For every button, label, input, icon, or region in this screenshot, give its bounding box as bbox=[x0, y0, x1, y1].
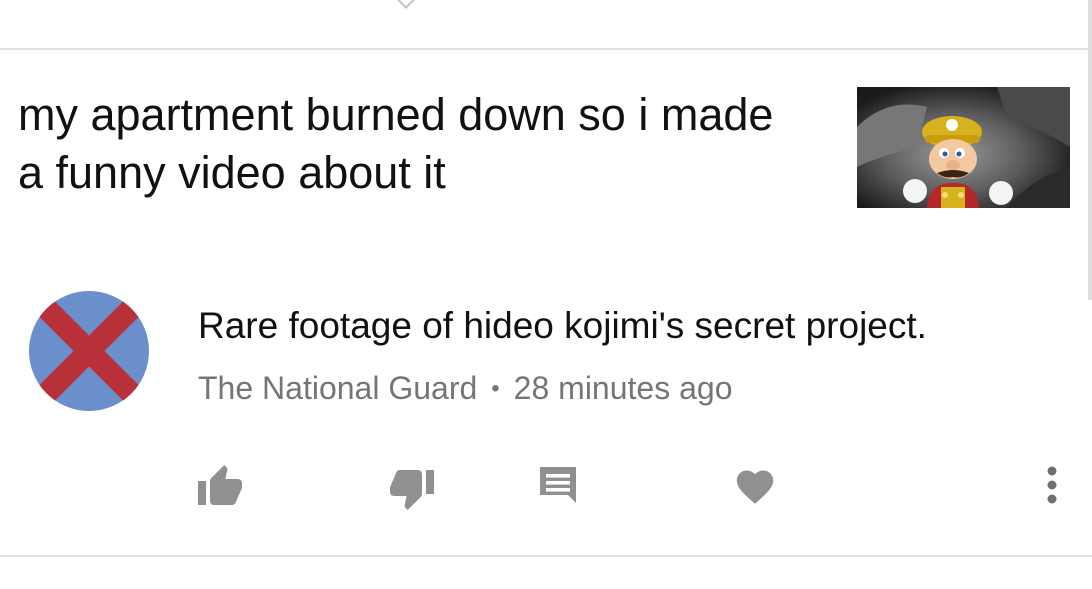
scrollbar[interactable] bbox=[1088, 0, 1092, 300]
like-button[interactable] bbox=[190, 455, 250, 515]
comment-author[interactable]: The National Guard bbox=[198, 370, 477, 406]
heart-button[interactable] bbox=[725, 455, 785, 515]
reply-button[interactable] bbox=[528, 455, 588, 515]
video-title[interactable]: my apartment burned down so i made a fun… bbox=[18, 86, 778, 202]
meta-separator: • bbox=[491, 375, 500, 402]
more-vertical-icon bbox=[1047, 466, 1057, 504]
comment-meta: The National Guard • 28 minutes ago bbox=[198, 366, 732, 411]
thumbs-down-icon bbox=[390, 470, 434, 510]
reply-comment-icon bbox=[540, 467, 576, 503]
divider bbox=[0, 555, 1092, 557]
video-thumbnail[interactable] bbox=[857, 87, 1070, 208]
thumbs-up-icon bbox=[198, 465, 242, 505]
heart-icon bbox=[736, 470, 774, 504]
comment-timestamp: 28 minutes ago bbox=[513, 370, 733, 406]
thumbnail-image bbox=[857, 87, 1070, 208]
chevron-down-icon[interactable] bbox=[396, 0, 416, 9]
dislike-button[interactable] bbox=[382, 460, 442, 520]
flag-avatar-icon bbox=[29, 291, 149, 411]
avatar[interactable] bbox=[29, 291, 149, 411]
previous-card bbox=[0, 0, 1092, 50]
more-options-button[interactable] bbox=[1022, 455, 1082, 515]
comment-text[interactable]: Rare footage of hideo kojimi's secret pr… bbox=[198, 300, 1058, 352]
divider bbox=[0, 48, 1092, 50]
notification-page: my apartment burned down so i made a fun… bbox=[0, 0, 1092, 589]
